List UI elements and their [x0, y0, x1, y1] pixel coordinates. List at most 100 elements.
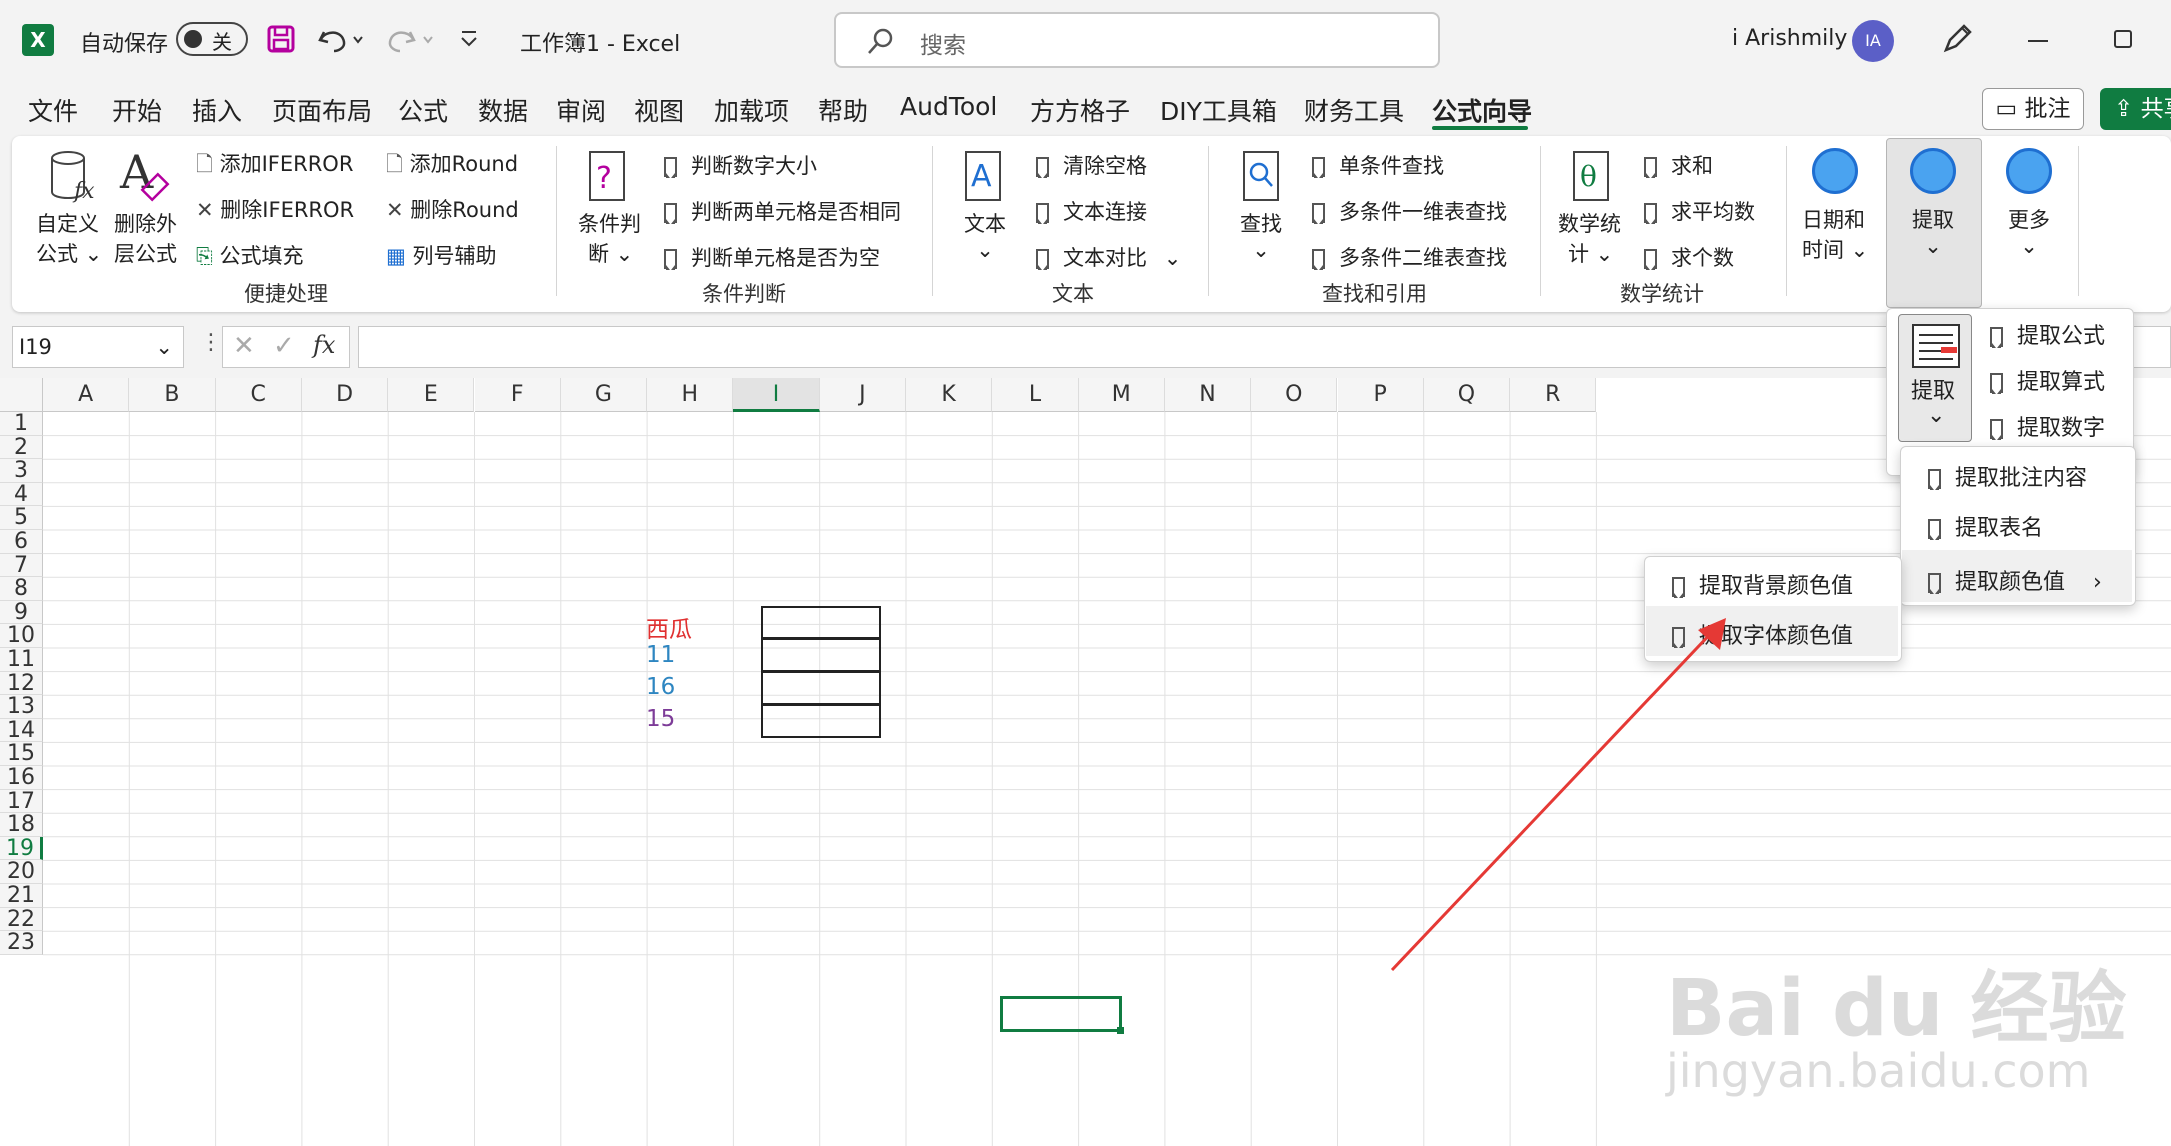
judge-number-size-button[interactable]: 判断数字大小	[664, 150, 817, 180]
selected-cell[interactable]	[1000, 996, 1122, 1032]
tab-formulas[interactable]: 公式	[398, 92, 448, 128]
clear-spaces-button[interactable]: 清除空格	[1036, 150, 1147, 180]
tab-review[interactable]: 审阅	[556, 92, 606, 128]
cell-f10[interactable]: 15	[646, 706, 675, 732]
avatar[interactable]: IA	[1852, 20, 1894, 62]
cell-f8[interactable]: 11	[646, 642, 675, 668]
tab-diy[interactable]: DIY工具箱	[1160, 92, 1277, 128]
cell-g10[interactable]	[761, 704, 881, 738]
custom-formula-button[interactable]: 自定义 公式 ⌄	[36, 208, 102, 268]
column-header-q[interactable]: Q	[1423, 378, 1511, 412]
text-join-button[interactable]: 文本连接	[1036, 196, 1147, 226]
tab-fangfang[interactable]: 方方格子	[1030, 92, 1130, 128]
autosave-toggle[interactable]: 关	[176, 22, 248, 56]
delete-outer-formula-button[interactable]: 删除外 层公式	[114, 208, 177, 268]
delete-iferror-button[interactable]: ✕ 删除IFERROR	[196, 194, 354, 224]
bookmark-icon	[1928, 469, 1941, 490]
cancel-icon[interactable]: ✕	[233, 331, 255, 361]
fill-handle[interactable]	[1117, 1027, 1124, 1034]
menu-item-extract-number[interactable]: 提取数字	[1990, 410, 2105, 442]
multi-1d-lookup-button[interactable]: 多条件一维表查找	[1312, 196, 1507, 226]
restore-icon[interactable]	[2114, 30, 2132, 48]
find-button[interactable]: 查找 ⌄	[1240, 208, 1282, 262]
menu-item-extract-bg-color[interactable]: 提取背景颜色值	[1672, 568, 1853, 600]
column-header-j[interactable]: J	[819, 378, 906, 412]
text-button[interactable]: 文本 ⌄	[964, 208, 1006, 262]
tab-addins[interactable]: 加载项	[714, 92, 789, 128]
tab-home[interactable]: 开始	[112, 92, 162, 128]
column-header-f[interactable]: F	[474, 378, 561, 412]
check-icon[interactable]: ✓	[273, 331, 295, 361]
menu-item-extract-expression[interactable]: 提取算式	[1990, 364, 2105, 396]
tab-file[interactable]: 文件	[28, 92, 78, 128]
column-header-p[interactable]: P	[1337, 378, 1424, 412]
column-header-n[interactable]: N	[1164, 378, 1252, 412]
pen-icon[interactable]	[1940, 22, 1974, 56]
condition-icon: ?	[589, 151, 625, 201]
judge-two-same-button[interactable]: 判断两单元格是否相同	[664, 196, 901, 226]
redo-icon[interactable]	[386, 24, 438, 54]
tab-help[interactable]: 帮助	[818, 92, 868, 128]
customize-qat-icon[interactable]	[458, 26, 480, 52]
delete-round-button[interactable]: ✕ 删除Round	[386, 194, 519, 224]
formula-fill-button[interactable]: ⎘ 公式填充	[196, 240, 304, 270]
column-header-h[interactable]: H	[647, 378, 734, 412]
math-stats-button[interactable]: 数学统 计 ⌄	[1558, 208, 1621, 268]
judge-empty-button[interactable]: 判断单元格是否为空	[664, 242, 880, 272]
column-header-o[interactable]: O	[1251, 378, 1338, 412]
select-all-corner[interactable]	[0, 378, 43, 412]
column-header-k[interactable]: K	[906, 378, 993, 412]
datetime-button[interactable]: 日期和 时间 ⌄	[1802, 204, 1868, 264]
column-header-i[interactable]: I	[733, 378, 820, 412]
column-header-l[interactable]: L	[992, 378, 1079, 412]
menu-item-extract-formula[interactable]: 提取公式	[1990, 318, 2105, 350]
column-header-m[interactable]: M	[1078, 378, 1165, 412]
share-button[interactable]: ⇪ 共享	[2100, 88, 2171, 130]
tab-view[interactable]: 视图	[634, 92, 684, 128]
add-iferror-button[interactable]: 🗋 添加IFERROR	[196, 148, 353, 185]
tab-finance[interactable]: 财务工具	[1304, 92, 1404, 128]
cell-g8[interactable]	[761, 638, 881, 672]
multi-2d-lookup-button[interactable]: 多条件二维表查找	[1312, 242, 1507, 272]
bordered-range-g7-g10[interactable]	[761, 606, 881, 738]
cell-f7[interactable]: 西瓜	[646, 610, 692, 644]
name-box[interactable]: I19 ⌄	[12, 326, 184, 368]
add-round-button[interactable]: 🗋 添加Round	[386, 148, 518, 185]
save-icon[interactable]	[266, 24, 296, 54]
tab-data[interactable]: 数据	[478, 92, 528, 128]
count-button[interactable]: 求个数	[1644, 242, 1734, 272]
tab-insert[interactable]: 插入	[192, 92, 242, 128]
column-header-d[interactable]: D	[301, 378, 389, 412]
column-header-a[interactable]: A	[43, 378, 130, 412]
menu-item-extract-color[interactable]: 提取颜色值 ›	[1928, 564, 2102, 596]
text-compare-button[interactable]: 文本对比 ⌄	[1036, 242, 1181, 272]
column-helper-button[interactable]: ▦ 列号辅助	[386, 240, 497, 270]
column-header-c[interactable]: C	[215, 378, 302, 412]
insert-function-icon[interactable]: fx	[313, 331, 335, 359]
column-header-b[interactable]: B	[129, 378, 216, 412]
menu-item-extract-comment[interactable]: 提取批注内容	[1928, 460, 2087, 492]
extract-big-button[interactable]: 提取 ⌄	[1898, 314, 1972, 442]
menu-item-extract-sheetname[interactable]: 提取表名	[1928, 510, 2043, 542]
tab-page-layout[interactable]: 页面布局	[272, 92, 372, 128]
column-header-g[interactable]: G	[560, 378, 648, 412]
more-options-icon[interactable]: ⋮	[200, 330, 222, 355]
cell-g9[interactable]	[761, 671, 881, 705]
undo-icon[interactable]	[316, 24, 368, 54]
comments-button[interactable]: ▭ 批注	[1982, 88, 2084, 130]
chevron-down-icon[interactable]: ⌄	[155, 327, 173, 367]
cell-f9[interactable]: 16	[646, 674, 675, 700]
sum-button[interactable]: 求和	[1644, 150, 1713, 180]
column-header-r[interactable]: R	[1510, 378, 1597, 412]
average-button[interactable]: 求平均数	[1644, 196, 1755, 226]
tab-audtool[interactable]: AudTool	[900, 92, 997, 121]
cell-g7[interactable]	[761, 606, 881, 639]
minimize-icon[interactable]	[2028, 40, 2048, 42]
column-header-e[interactable]: E	[388, 378, 475, 412]
search-box[interactable]: 搜索	[834, 12, 1440, 68]
more-button[interactable]: 更多 ⌄	[2008, 204, 2050, 258]
single-lookup-button[interactable]: 单条件查找	[1312, 150, 1444, 180]
condition-button[interactable]: 条件判 断 ⌄	[578, 208, 641, 268]
ribbon-separator	[932, 146, 933, 296]
tab-formula-wizard[interactable]: 公式向导	[1432, 92, 1532, 128]
